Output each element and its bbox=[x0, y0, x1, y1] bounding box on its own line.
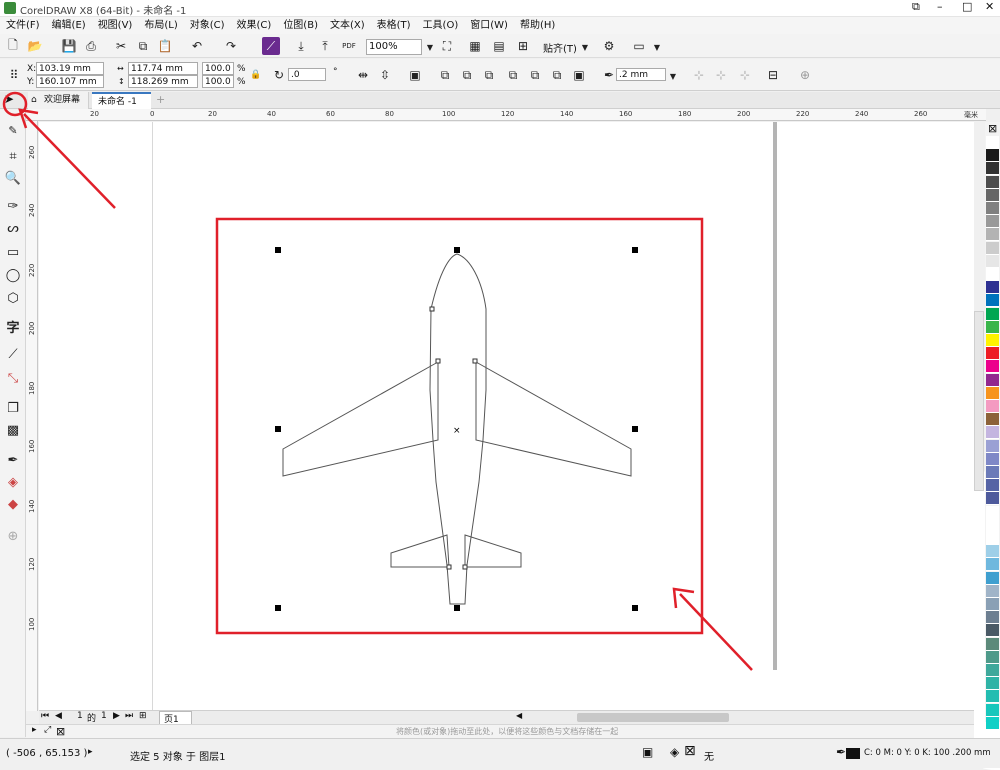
palette-swatch[interactable] bbox=[986, 716, 999, 730]
palette-swatch[interactable] bbox=[986, 650, 999, 664]
first-page-icon[interactable]: ⏮ bbox=[41, 711, 49, 721]
palette-swatch[interactable] bbox=[986, 545, 999, 559]
palette-swatch[interactable] bbox=[986, 386, 999, 400]
prev-page-icon[interactable]: ◀ bbox=[55, 711, 62, 721]
cursor-coordinates: ( -506 , 65.153 ) bbox=[6, 748, 88, 759]
palette-swatch[interactable] bbox=[986, 215, 999, 229]
color-drop-hint: 将颜色(或对象)拖动至此处，以便将这些颜色与文档存储在一起 bbox=[396, 727, 619, 736]
fill-bucket-icon[interactable]: ◈ bbox=[670, 745, 679, 759]
palette-swatch[interactable] bbox=[986, 452, 999, 466]
palette-swatch[interactable] bbox=[986, 492, 999, 506]
eyedropper-small-icon[interactable]: ⤢ bbox=[44, 725, 51, 735]
palette-swatch[interactable] bbox=[986, 571, 999, 585]
palette-swatch[interactable] bbox=[986, 584, 999, 598]
page-current: 1 bbox=[77, 711, 83, 721]
drawing-overlay: × bbox=[2, 91, 753, 671]
palette-swatch[interactable] bbox=[986, 598, 999, 611]
color-proof-icon[interactable]: ▣ bbox=[642, 745, 653, 759]
palette-swatch[interactable] bbox=[986, 611, 999, 625]
rotation-center-icon[interactable]: × bbox=[453, 426, 461, 436]
palette-menu-icon[interactable]: ▸ bbox=[32, 725, 37, 735]
airplane-right-wing bbox=[475, 361, 632, 477]
node-markers bbox=[429, 306, 478, 570]
palette-swatch[interactable] bbox=[986, 307, 999, 321]
outline-color-swatch bbox=[846, 748, 860, 759]
page-total: 1 bbox=[101, 711, 107, 721]
palette-swatch[interactable] bbox=[986, 426, 999, 440]
palette-swatch[interactable] bbox=[986, 413, 999, 427]
palette-swatch[interactable] bbox=[986, 294, 999, 308]
palette-swatch[interactable] bbox=[986, 677, 999, 691]
page-of-label: 的 bbox=[87, 714, 97, 724]
palette-swatch[interactable] bbox=[986, 690, 999, 704]
last-page-icon[interactable]: ⏭ bbox=[125, 711, 133, 721]
palette-swatch[interactable] bbox=[986, 373, 999, 387]
red-annotations bbox=[2, 91, 753, 671]
palette-swatch[interactable] bbox=[986, 228, 999, 242]
outline-pen-status-icon[interactable]: ✒ bbox=[836, 745, 846, 759]
palette-swatch[interactable] bbox=[986, 162, 999, 176]
palette-swatch[interactable] bbox=[986, 505, 999, 519]
selection-info: 选定 5 对象 于 图层1 bbox=[130, 752, 226, 763]
palette-swatch[interactable] bbox=[986, 703, 999, 717]
palette-swatch[interactable] bbox=[986, 439, 999, 453]
palette-swatch[interactable] bbox=[986, 624, 999, 638]
airplane-right-tail bbox=[464, 534, 522, 568]
palette-swatch[interactable] bbox=[986, 360, 999, 374]
add-page-icon[interactable]: ⊞ bbox=[139, 711, 147, 721]
palette-swatch[interactable] bbox=[986, 532, 999, 545]
scroll-left-icon[interactable]: ◀ bbox=[516, 711, 522, 720]
palette-swatch[interactable] bbox=[986, 637, 999, 651]
palette-swatch[interactable] bbox=[986, 558, 999, 572]
palette-swatch[interactable] bbox=[986, 188, 999, 202]
fill-none-label: 无 bbox=[704, 752, 714, 763]
document-palette: ▸ ⤢ ⊠ 将颜色(或对象)拖动至此处，以便将这些颜色与文档存储在一起 bbox=[26, 724, 974, 738]
palette-swatch[interactable] bbox=[986, 518, 999, 532]
palette-swatch[interactable] bbox=[986, 202, 999, 215]
palette-swatch[interactable] bbox=[986, 281, 999, 295]
palette-swatch[interactable] bbox=[986, 241, 999, 255]
vertical-scrollbar[interactable] bbox=[974, 311, 984, 491]
palette-swatch[interactable] bbox=[986, 254, 999, 268]
page-navigator: ⏮ ◀ 1 的 1 ▶ ⏭ ⊞ 页1 ◀ bbox=[39, 710, 974, 725]
next-page-icon[interactable]: ▶ bbox=[113, 711, 120, 721]
no-color-swatch-icon[interactable]: ⊠ bbox=[56, 725, 65, 738]
no-fill-icon[interactable]: ⊠ bbox=[684, 743, 696, 759]
palette-swatch[interactable] bbox=[986, 320, 999, 334]
palette-swatch[interactable] bbox=[986, 136, 999, 149]
no-color-icon[interactable]: ⊠ bbox=[988, 122, 997, 135]
airplane-left-tail bbox=[390, 534, 450, 568]
palette-swatch[interactable] bbox=[986, 479, 999, 493]
status-arrow-icon[interactable]: ▸ bbox=[88, 747, 93, 757]
palette-swatch[interactable] bbox=[986, 175, 999, 189]
palette-swatch[interactable] bbox=[986, 268, 999, 281]
palette-swatch[interactable] bbox=[986, 347, 999, 361]
palette-swatch[interactable] bbox=[986, 466, 999, 479]
arrow-line-1 bbox=[23, 113, 116, 209]
palette-swatch[interactable] bbox=[986, 334, 999, 347]
airplane-left-wing bbox=[282, 361, 439, 477]
palette-swatch[interactable] bbox=[986, 664, 999, 677]
status-bar: ( -506 , 65.153 ) ▸ 选定 5 对象 于 图层1 ▣ ◈ ⊠ … bbox=[0, 738, 1000, 768]
palette-swatch[interactable] bbox=[986, 400, 999, 413]
palette-swatch[interactable] bbox=[986, 149, 999, 163]
horizontal-scroll-thumb[interactable] bbox=[577, 713, 729, 722]
outline-color-info: C: 0 M: 0 Y: 0 K: 100 .200 mm bbox=[864, 748, 991, 758]
page-tab[interactable]: 页1 bbox=[159, 711, 192, 725]
